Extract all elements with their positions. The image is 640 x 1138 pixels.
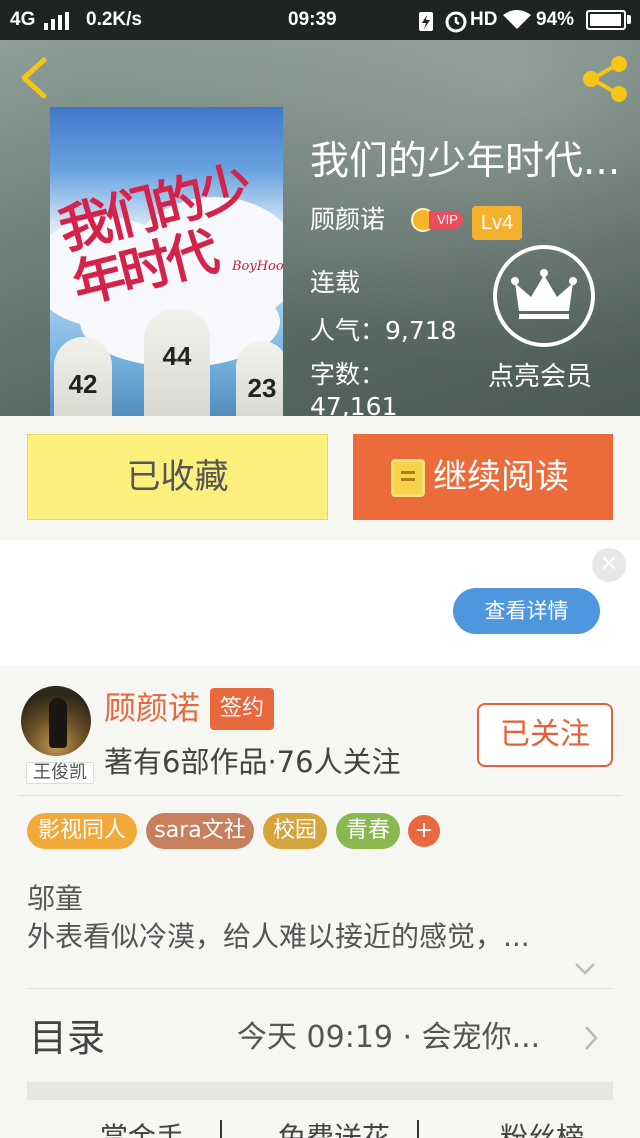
continue-reading-button[interactable]: 继续阅读 xyxy=(353,434,613,520)
popularity-value: 9,718 xyxy=(385,316,457,345)
reward-button[interactable]: 赏金手 xyxy=(100,1120,184,1138)
toc-label: 目录 xyxy=(29,1016,106,1060)
book-header: 我们的少年时代 BoyHood 42 44 23 我们的少年时代... 顾颜诺 … xyxy=(0,40,640,416)
level-badge: Lv4 xyxy=(472,206,522,240)
charging-icon xyxy=(419,12,433,31)
avatar[interactable] xyxy=(21,686,91,756)
word-count: 字数： 47,161 xyxy=(310,359,420,416)
avatar-tag: 王俊凯 xyxy=(26,762,94,784)
tag-item[interactable]: 影视同人 xyxy=(27,813,137,849)
synopsis[interactable]: 邬童 外表看似冷漠，给人难以接近的感觉，... xyxy=(27,880,607,956)
divider xyxy=(18,795,622,796)
chevron-right-icon xyxy=(585,1026,598,1050)
cover-player: 44 xyxy=(144,309,210,416)
tag-item[interactable]: sara文社 xyxy=(146,813,254,849)
synopsis-line: 邬童 xyxy=(27,882,84,915)
network-indicator: 4G xyxy=(10,9,36,30)
serial-status: 连载 xyxy=(310,268,361,297)
more-tags-button[interactable]: + xyxy=(408,815,440,847)
author-stats: 著有6部作品·76人关注 xyxy=(104,745,401,779)
ad-banner: ✕ 查看详情 xyxy=(0,540,640,666)
battery-icon xyxy=(586,10,626,30)
saved-button[interactable]: 已收藏 xyxy=(27,434,328,520)
wifi-icon xyxy=(503,10,531,29)
ad-detail-button[interactable]: 查看详情 xyxy=(453,588,600,634)
status-bar: 4G 0.2K/s 09:39 HD 94% xyxy=(0,0,640,40)
author-name[interactable]: 顾颜诺 xyxy=(104,688,200,728)
book-cover[interactable]: 我们的少年时代 BoyHood 42 44 23 xyxy=(50,107,283,416)
chevron-down-icon[interactable] xyxy=(574,962,596,976)
vip-label: VIP xyxy=(429,211,463,229)
section-separator xyxy=(27,1082,613,1100)
network-speed: 0.2K/s xyxy=(86,9,142,30)
author-link[interactable]: 顾颜诺 xyxy=(310,205,385,235)
follow-button[interactable]: 已关注 xyxy=(477,703,613,767)
book-title: 我们的少年时代... xyxy=(310,139,621,184)
table-of-contents-row[interactable]: 目录 今天 09:19 · 会宠你... xyxy=(27,1010,613,1066)
tag-item[interactable]: 校园 xyxy=(263,813,327,849)
share-button[interactable] xyxy=(578,54,632,104)
member-button[interactable] xyxy=(493,245,595,347)
signal-icon xyxy=(44,12,69,30)
tag-item[interactable]: 青春 xyxy=(336,813,400,849)
reader-actions-row: 赏金手 免费送花 粉丝榜 xyxy=(0,1112,640,1138)
divider xyxy=(27,988,613,989)
share-icon xyxy=(583,56,627,102)
alarm-icon xyxy=(445,11,467,33)
member-label[interactable]: 点亮会员 xyxy=(488,356,592,393)
clock: 09:39 xyxy=(288,9,337,30)
latest-chapter: 今天 09:19 · 会宠你... xyxy=(237,1020,541,1055)
close-icon[interactable]: ✕ xyxy=(592,548,626,582)
send-flower-button[interactable]: 免费送花 xyxy=(278,1120,390,1138)
popularity: 人气：9,718 xyxy=(310,316,457,345)
vip-badge: VIP xyxy=(411,208,463,232)
hd-indicator: HD xyxy=(470,9,498,30)
battery-percent: 94% xyxy=(536,9,575,30)
fan-rank-button[interactable]: 粉丝榜 xyxy=(500,1120,584,1138)
cover-player: 23 xyxy=(236,341,283,416)
back-button[interactable] xyxy=(14,56,54,100)
crown-icon xyxy=(511,269,577,319)
cover-player: 42 xyxy=(54,337,112,416)
synopsis-line: 外表看似冷漠，给人难以接近的感觉，... xyxy=(27,920,530,953)
signed-badge: 签约 xyxy=(210,688,274,730)
book-icon xyxy=(391,459,425,497)
cover-subtitle: BoyHood xyxy=(232,259,283,274)
continue-reading-label: 继续阅读 xyxy=(433,457,569,497)
word-count-value: 47,161 xyxy=(310,392,398,416)
